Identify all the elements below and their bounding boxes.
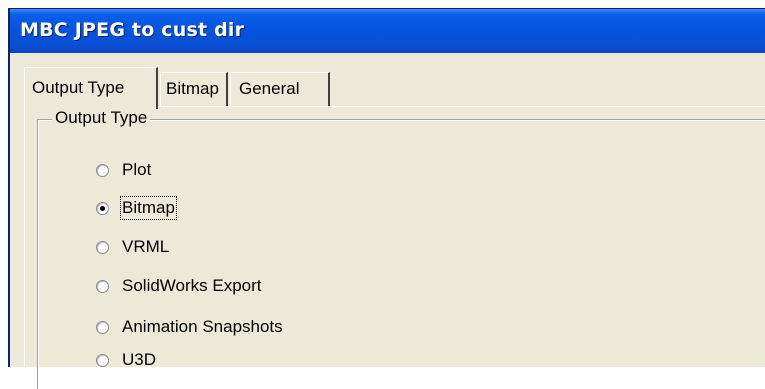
output-type-groupbox: Output Type Plot Bitmap VRML SolidWorks …: [37, 108, 765, 389]
tab-general-label: General: [239, 79, 300, 98]
radio-label-plot: Plot: [122, 160, 152, 179]
tab-bitmap-label: Bitmap: [166, 79, 219, 98]
radio-label-bitmap: Bitmap: [120, 196, 177, 220]
radio-label-solidworks-export: SolidWorks Export: [122, 276, 262, 295]
radio-option-bitmap[interactable]: Bitmap: [96, 196, 177, 220]
radio-label-vrml: VRML: [122, 237, 170, 256]
radio-label-u3d: U3D: [122, 350, 157, 369]
radio-label-animation-snapshots: Animation Snapshots: [122, 317, 283, 336]
radio-button-selected[interactable]: [96, 201, 109, 215]
title-bar[interactable]: MBC JPEG to cust dir: [10, 9, 765, 53]
radio-button[interactable]: [96, 320, 109, 334]
radio-button[interactable]: [96, 163, 109, 177]
window-title: MBC JPEG to cust dir: [20, 19, 245, 41]
tab-output-type[interactable]: Output Type: [24, 67, 158, 109]
tab-panel-output-type: Output Type Plot Bitmap VRML SolidWorks …: [24, 106, 765, 389]
tab-general[interactable]: General: [230, 72, 330, 107]
dialog-window: MBC JPEG to cust dir Output Type Bitmap …: [8, 8, 765, 389]
radio-button[interactable]: [96, 353, 109, 367]
radio-option-vrml[interactable]: VRML: [96, 235, 169, 259]
radio-option-plot[interactable]: Plot: [96, 158, 151, 182]
groupbox-legend: Output Type: [52, 108, 151, 128]
radio-option-solidworks-export[interactable]: SolidWorks Export: [96, 274, 262, 298]
radio-option-animation-snapshots[interactable]: Animation Snapshots: [96, 315, 283, 339]
tab-bitmap[interactable]: Bitmap: [160, 72, 228, 107]
radio-button[interactable]: [96, 240, 109, 254]
tab-output-type-label: Output Type: [32, 78, 125, 97]
radio-option-u3d[interactable]: U3D: [96, 348, 156, 372]
radio-button[interactable]: [96, 279, 109, 293]
